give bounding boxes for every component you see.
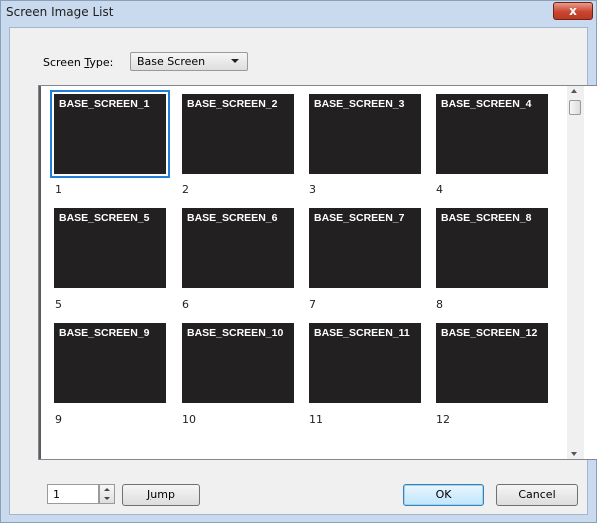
- window-title: Screen Image List: [6, 5, 114, 19]
- close-icon: x: [569, 4, 577, 18]
- screen-number: 4: [436, 183, 443, 196]
- ok-button[interactable]: OK: [403, 484, 484, 506]
- screen-number: 2: [182, 183, 189, 196]
- scroll-down-icon[interactable]: [571, 452, 577, 456]
- screen-thumbnail[interactable]: BASE_SCREEN_9: [54, 323, 166, 403]
- vertical-scrollbar[interactable]: [567, 86, 584, 459]
- screen-thumbnail[interactable]: BASE_SCREEN_2: [182, 94, 294, 174]
- screen-thumbnail[interactable]: BASE_SCREEN_4: [436, 94, 548, 174]
- screen-number: 11: [309, 413, 323, 426]
- screen-name: BASE_SCREEN_2: [187, 98, 278, 110]
- screen-name: BASE_SCREEN_7: [314, 212, 405, 224]
- jump-number-spinner[interactable]: [99, 484, 115, 504]
- spinner-up-icon[interactable]: [104, 488, 110, 491]
- jump-button[interactable]: Jump: [122, 484, 200, 506]
- jump-number-input[interactable]: 1: [47, 484, 99, 504]
- screen-type-value: Base Screen: [137, 55, 206, 68]
- screen-number: 8: [436, 298, 443, 311]
- scrollbar-thumb[interactable]: [569, 100, 581, 115]
- cancel-button[interactable]: Cancel: [496, 484, 578, 506]
- screen-name: BASE_SCREEN_1: [59, 98, 150, 110]
- screen-number: 9: [55, 413, 62, 426]
- screen-thumbnail-grid: BASE_SCREEN_1 BASE_SCREEN_2 BASE_SCREEN_…: [38, 85, 597, 460]
- screen-thumbnail[interactable]: BASE_SCREEN_1: [50, 90, 170, 178]
- screen-thumbnail[interactable]: BASE_SCREEN_6: [182, 208, 294, 288]
- screen-number: 3: [309, 183, 316, 196]
- scroll-up-icon[interactable]: [571, 89, 577, 93]
- screen-thumbnail[interactable]: BASE_SCREEN_11: [309, 323, 421, 403]
- screen-thumbnail[interactable]: BASE_SCREEN_5: [54, 208, 166, 288]
- screen-thumbnail[interactable]: BASE_SCREEN_8: [436, 208, 548, 288]
- screen-name: BASE_SCREEN_11: [314, 327, 410, 339]
- screen-thumbnail[interactable]: BASE_SCREEN_12: [436, 323, 548, 403]
- screen-number: 7: [309, 298, 316, 311]
- screen-name: BASE_SCREEN_3: [314, 98, 405, 110]
- screen-number: 5: [55, 298, 62, 311]
- screen-name: BASE_SCREEN_4: [441, 98, 532, 110]
- spinner-down-icon[interactable]: [104, 497, 110, 500]
- screen-number: 10: [182, 413, 196, 426]
- title-bar: Screen Image List x: [1, 1, 596, 25]
- screen-name: BASE_SCREEN_8: [441, 212, 532, 224]
- screen-thumbnail[interactable]: BASE_SCREEN_10: [182, 323, 294, 403]
- close-button[interactable]: x: [553, 2, 593, 20]
- screen-type-label: Screen Type:: [43, 56, 114, 69]
- screen-number: 12: [436, 413, 450, 426]
- frame-shadow: [39, 86, 41, 459]
- screen-thumbnail[interactable]: BASE_SCREEN_3: [309, 94, 421, 174]
- screen-name: BASE_SCREEN_10: [187, 327, 284, 339]
- screen-name: BASE_SCREEN_5: [59, 212, 150, 224]
- screen-number: 6: [182, 298, 189, 311]
- screen-name: BASE_SCREEN_12: [441, 327, 538, 339]
- screen-image-list-dialog: Screen Image List x Screen Type: Base Sc…: [0, 0, 597, 523]
- dialog-body: Screen Type: Base Screen BASE_SCREEN_1 B…: [9, 27, 597, 515]
- screen-type-dropdown[interactable]: Base Screen: [130, 52, 248, 71]
- screen-number: 1: [55, 183, 62, 196]
- screen-name: BASE_SCREEN_6: [187, 212, 278, 224]
- chevron-down-icon: [231, 59, 239, 63]
- jump-number-value: 1: [53, 488, 60, 501]
- screen-name: BASE_SCREEN_9: [59, 327, 150, 339]
- screen-thumbnail[interactable]: BASE_SCREEN_7: [309, 208, 421, 288]
